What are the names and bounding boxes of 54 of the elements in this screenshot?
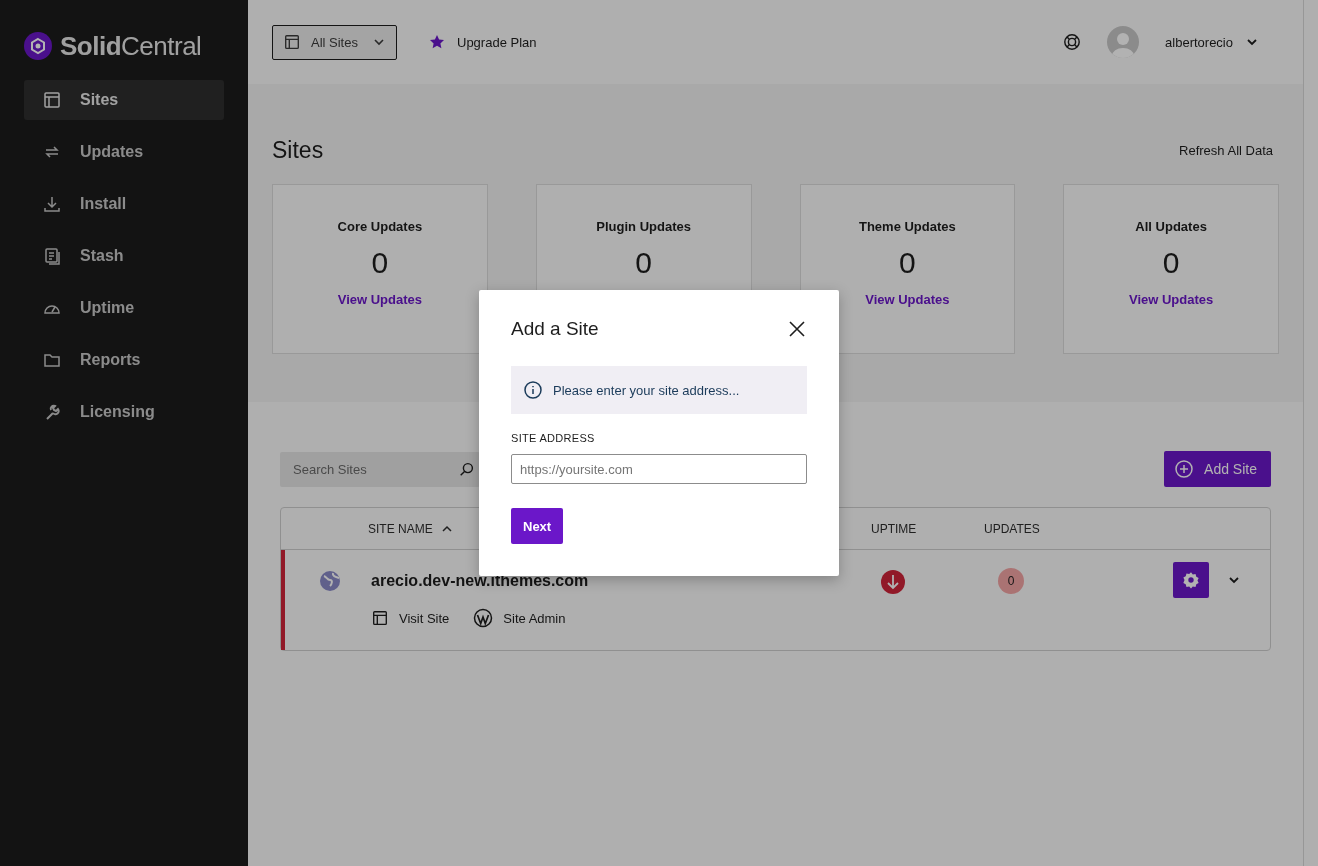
layout-icon (283, 33, 301, 51)
wordpress-icon (473, 608, 494, 628)
view-updates-link[interactable]: View Updates (865, 292, 950, 307)
logo-icon (24, 32, 52, 60)
next-button[interactable]: Next (511, 508, 564, 544)
sidebar-item[interactable]: Licensing (24, 392, 224, 432)
stat-count: 0 (899, 246, 916, 280)
field-label: SITE ADDRESS (511, 432, 596, 444)
notice-text: Please enter your site address... (553, 382, 740, 398)
column-header[interactable]: UPTIME (871, 521, 917, 536)
site-admin-link[interactable]: Site Admin (473, 608, 566, 628)
modal-title: Add a Site (511, 318, 599, 340)
stat-count: 0 (1162, 246, 1180, 280)
search-field[interactable]: Search Sites (280, 451, 480, 487)
logo-text: SolidCentral (60, 30, 202, 62)
view-updates-link[interactable]: View Updates (1128, 292, 1214, 307)
layout-icon (371, 609, 389, 627)
site-selector[interactable]: All Sites (272, 24, 397, 60)
page-title: Sites (272, 136, 324, 164)
add-site-button[interactable]: Add Site (1164, 451, 1271, 487)
download-icon (42, 194, 62, 214)
info-icon (523, 380, 543, 400)
user-menu[interactable]: albertorecio (1159, 33, 1265, 51)
site-name[interactable]: arecio.dev-new.ithemes.com (371, 572, 589, 590)
layout-icon (42, 90, 62, 110)
stat-title: Core Updates (337, 219, 423, 234)
globe-icon (319, 570, 341, 592)
column-header[interactable]: SITE NAME (368, 521, 453, 536)
stat-count: 0 (635, 246, 652, 280)
sidebar-item[interactable]: Reports (24, 340, 224, 380)
updates-count: 0 (998, 568, 1024, 594)
sidebar-item[interactable]: Install (24, 184, 224, 224)
settings-button[interactable] (1173, 562, 1209, 598)
close-icon (787, 319, 807, 339)
help-icon[interactable] (1063, 33, 1082, 51)
site-address-field[interactable]: https://yoursite.com (511, 454, 807, 484)
close-button[interactable] (787, 319, 807, 339)
sidebar-item[interactable]: Sites (24, 80, 224, 120)
settings-icon (1182, 571, 1200, 589)
stat-title: All Updates (1135, 219, 1207, 234)
star-icon (429, 34, 445, 50)
sidebar-item[interactable]: Uptime (24, 288, 224, 328)
stat-title: Plugin Updates (596, 219, 691, 234)
column-header[interactable]: UPDATES (984, 521, 1040, 536)
plus-circle-icon (1174, 459, 1195, 479)
document-icon (42, 246, 62, 266)
sidebar-item[interactable]: Stash (24, 236, 224, 276)
stat-title: Theme Updates (858, 219, 956, 234)
stat-count: 0 (371, 246, 389, 280)
visit-site-link[interactable]: Visit Site (371, 608, 450, 628)
refresh-link[interactable]: Refresh All Data (1179, 142, 1273, 158)
sidebar-item[interactable]: Updates (24, 132, 224, 172)
view-updates-link[interactable]: View Updates (337, 292, 422, 307)
upgrade-link[interactable]: Upgrade Plan (423, 33, 543, 51)
